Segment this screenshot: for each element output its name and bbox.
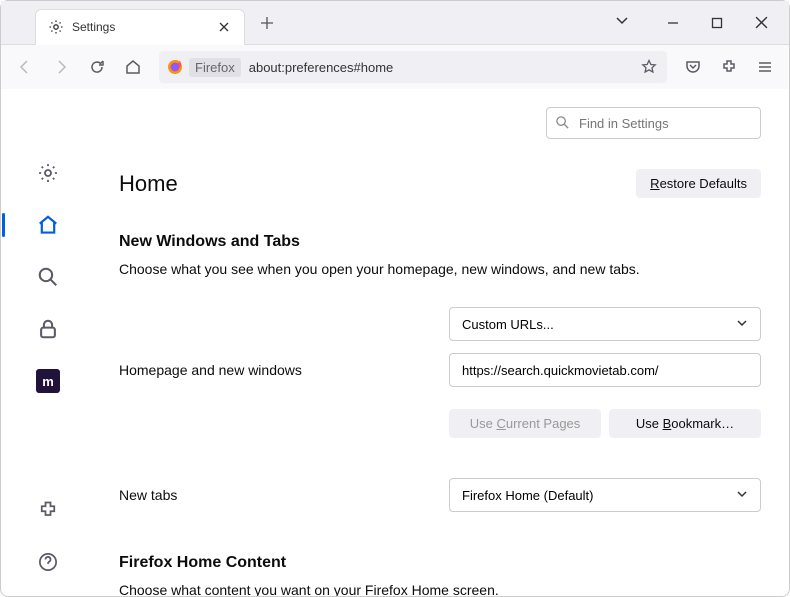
firefox-logo-icon [167, 59, 183, 75]
new-tab-button[interactable] [253, 9, 281, 37]
settings-sidebar: m [1, 89, 95, 596]
tab-title: Settings [72, 20, 208, 34]
select-value: Custom URLs... [462, 317, 554, 332]
url-text: about:preferences#home [249, 60, 631, 75]
use-bookmark-button[interactable]: Use Bookmark… [609, 409, 761, 438]
forward-button[interactable] [45, 51, 77, 83]
sidebar-item-help[interactable] [32, 546, 64, 578]
pocket-button[interactable] [677, 51, 709, 83]
sidebar-item-privacy[interactable] [32, 313, 64, 345]
bookmark-star-icon[interactable] [639, 57, 659, 77]
sidebar-item-general[interactable] [32, 157, 64, 189]
home-button[interactable] [117, 51, 149, 83]
close-icon[interactable] [216, 19, 232, 35]
maximize-button[interactable] [709, 15, 725, 31]
newtabs-label: New tabs [119, 487, 449, 503]
sidebar-item-search[interactable] [32, 261, 64, 293]
minimize-button[interactable] [665, 15, 681, 31]
browser-tab[interactable]: Settings [35, 9, 245, 45]
reload-button[interactable] [81, 51, 113, 83]
newtabs-select[interactable]: Firefox Home (Default) [449, 478, 761, 512]
settings-main: Home RRestore Defaultsestore Defaults Ne… [95, 89, 789, 596]
tabs-dropdown-icon[interactable] [615, 13, 629, 32]
sidebar-item-extensions[interactable] [32, 494, 64, 526]
titlebar: Settings [1, 1, 789, 45]
app-menu-button[interactable] [749, 51, 781, 83]
search-icon [555, 115, 570, 135]
section-desc: Choose what content you want on your Fir… [119, 582, 761, 596]
find-in-settings-input[interactable] [546, 107, 761, 139]
restore-defaults-button[interactable]: RRestore Defaultsestore Defaults [636, 169, 761, 198]
homepage-label: Homepage and new windows [119, 362, 449, 378]
mozilla-icon: m [36, 369, 60, 393]
close-window-button[interactable] [753, 15, 769, 31]
gear-icon [48, 19, 64, 35]
back-button[interactable] [9, 51, 41, 83]
url-bar[interactable]: Firefox about:preferences#home [159, 51, 667, 83]
homepage-url-input[interactable] [449, 353, 761, 387]
chevron-down-icon [736, 488, 748, 503]
homepage-mode-select[interactable]: Custom URLs... [449, 307, 761, 341]
toolbar: Firefox about:preferences#home [1, 45, 789, 89]
page-title: Home [119, 171, 178, 197]
section-title: Firefox Home Content [119, 554, 761, 572]
site-identity[interactable]: Firefox [167, 58, 241, 77]
url-protocol-label: Firefox [189, 58, 241, 77]
sidebar-item-sync[interactable]: m [32, 365, 64, 397]
chevron-down-icon [736, 317, 748, 332]
select-value: Firefox Home (Default) [462, 488, 593, 503]
sidebar-item-home[interactable] [32, 209, 64, 241]
extensions-button[interactable] [713, 51, 745, 83]
section-title: New Windows and Tabs [119, 233, 761, 251]
use-current-pages-button[interactable]: Use Current Pages [449, 409, 601, 438]
section-desc: Choose what you see when you open your h… [119, 261, 761, 277]
